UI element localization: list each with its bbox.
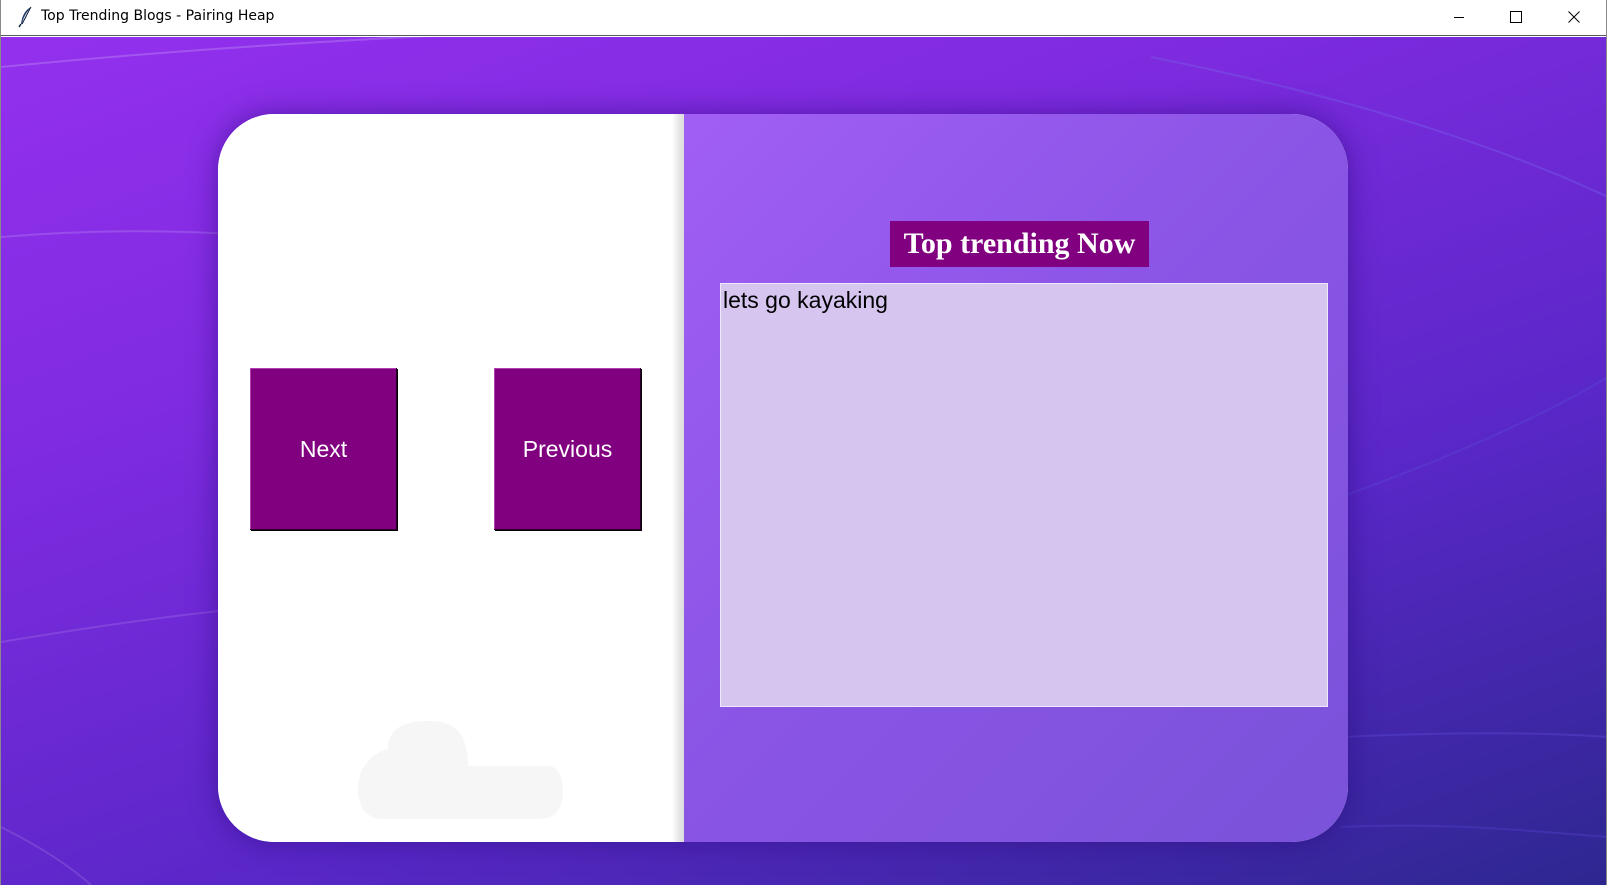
close-icon xyxy=(1567,11,1580,23)
panel-divider xyxy=(672,114,684,842)
blog-text-box[interactable]: lets go kayaking xyxy=(720,283,1328,707)
cloud-decoration xyxy=(358,721,563,819)
minimize-icon xyxy=(1453,11,1465,23)
window-content: Next Previous Top trending Now lets go k… xyxy=(1,37,1606,885)
title-bar: Top Trending Blogs - Pairing Heap xyxy=(1,0,1606,36)
window-title: Top Trending Blogs - Pairing Heap xyxy=(41,8,275,24)
app-window: Top Trending Blogs - Pairing Heap Next P… xyxy=(0,0,1607,885)
trending-panel: Top trending Now lets go kayaking xyxy=(684,114,1348,842)
minimize-button[interactable] xyxy=(1430,0,1487,34)
trending-heading: Top trending Now xyxy=(890,221,1149,267)
maximize-button[interactable] xyxy=(1487,0,1544,34)
previous-button[interactable]: Previous xyxy=(494,368,641,530)
navigation-panel: Next Previous xyxy=(218,114,688,842)
close-button[interactable] xyxy=(1545,0,1602,34)
maximize-icon xyxy=(1509,11,1522,23)
blog-card: Next Previous Top trending Now lets go k… xyxy=(218,114,1348,842)
feather-icon xyxy=(17,6,35,28)
next-button[interactable]: Next xyxy=(250,368,397,530)
